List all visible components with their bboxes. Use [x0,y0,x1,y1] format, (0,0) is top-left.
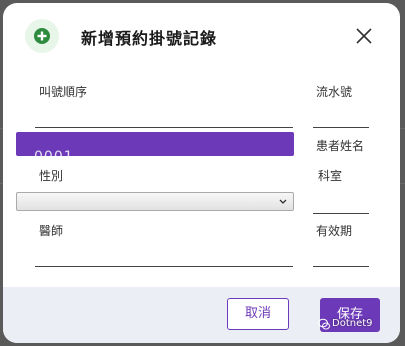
valid-period-input[interactable] [313,244,369,266]
valid-period-label: 有效期 [316,224,353,238]
gender-select[interactable] [16,192,294,211]
suggestion-text: 0001 [34,148,74,156]
queue-order-field[interactable] [35,105,293,128]
cancel-button[interactable]: 取消 [227,298,289,330]
wechat-icon [318,318,330,330]
valid-period-field[interactable] [313,244,369,267]
chevron-down-icon [279,199,287,204]
doctor-label: 醫師 [39,224,64,238]
dialog-footer: 取消 保存 [3,287,400,343]
queue-order-input[interactable] [35,105,293,127]
serial-no-input[interactable] [313,105,369,127]
dialog-header: 新增預約掛號記錄 [3,3,400,65]
patient-name-label: 患者姓名 [316,139,365,153]
plus-circle-icon [25,19,59,53]
department-label: 科室 [318,169,343,183]
dialog-body: 叫號順序 流水號 0001 患者姓名 性別 科室 醫師 有效期 [3,65,400,289]
queue-order-label: 叫號順序 [39,85,88,99]
gender-label: 性別 [39,169,64,183]
serial-no-label: 流水號 [316,85,353,99]
department-field[interactable] [313,191,369,214]
doctor-input[interactable] [35,244,293,266]
watermark-text: Dotnet9 [332,318,373,329]
autocomplete-suggestion[interactable]: 0001 [16,132,294,156]
dialog-title: 新增預約掛號記錄 [81,29,218,48]
doctor-field[interactable] [35,244,293,267]
department-input[interactable] [313,191,369,213]
serial-no-field[interactable] [313,105,369,128]
add-appointment-dialog: 新增預約掛號記錄 叫號順序 流水號 0001 患者姓名 性別 科室 [3,3,400,343]
close-icon[interactable] [353,25,375,47]
